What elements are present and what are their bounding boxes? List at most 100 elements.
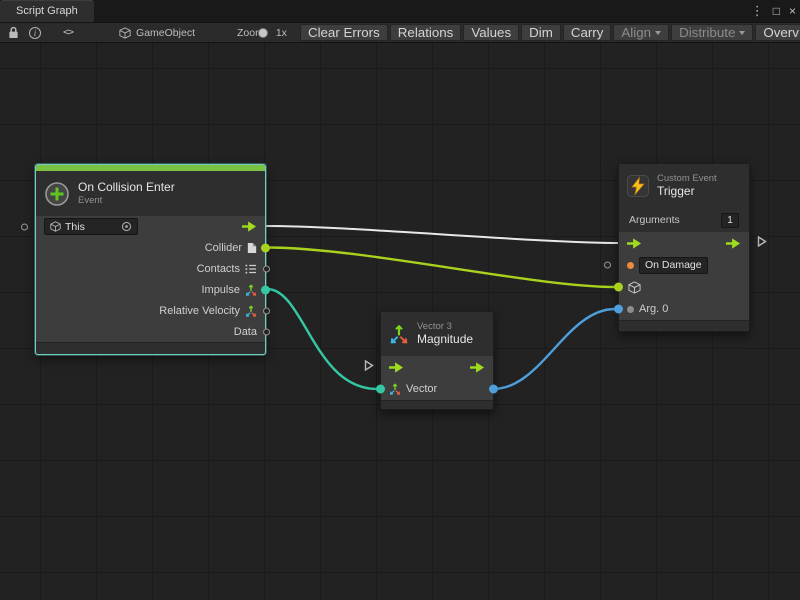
node-header-text: Vector 3 Magnitude: [417, 321, 473, 348]
node-on-collision-enter[interactable]: On Collision Enter Event This: [35, 164, 266, 355]
lock-icon[interactable]: [8, 25, 19, 41]
graph-toolbar: i <> GameObject Zoom 1x Clear Errors Rel…: [0, 22, 800, 43]
string-type-icon: [627, 262, 634, 269]
vector3-icon: [245, 284, 257, 296]
insert-node-caret-icon[interactable]: [757, 236, 767, 251]
node-footer: [381, 400, 493, 409]
contacts-output-port[interactable]: [263, 265, 270, 272]
insert-node-caret-icon[interactable]: [364, 360, 374, 375]
arg0-row: Arg. 0: [619, 298, 749, 320]
menu-icon[interactable]: ⋮: [751, 0, 764, 22]
node-body: This Collider Contacts: [36, 216, 265, 342]
data-output-port[interactable]: [263, 328, 270, 335]
vector-input-port[interactable]: [376, 385, 385, 394]
node-header-text: On Collision Enter Event: [78, 180, 175, 207]
close-icon[interactable]: ×: [789, 0, 796, 22]
flow-out-port[interactable]: [470, 362, 485, 373]
target-row: [619, 276, 749, 298]
port-label: Collider: [205, 242, 242, 254]
node-footer: [619, 320, 749, 331]
relative-velocity-row: Relative Velocity: [36, 300, 265, 321]
cube-icon: [628, 281, 641, 294]
event-name-input-port[interactable]: [604, 262, 611, 269]
contacts-list-icon: [245, 264, 257, 274]
flow-in-port[interactable]: [389, 362, 404, 373]
overview-button[interactable]: Overv: [755, 24, 800, 41]
distribute-dropdown[interactable]: Distribute: [671, 24, 753, 41]
gameobject-icon: [119, 25, 131, 41]
zoom-slider-knob[interactable]: [258, 28, 268, 38]
flow-out-port[interactable]: [726, 238, 741, 249]
dim-button[interactable]: Dim: [521, 24, 561, 41]
vector3-icon: [389, 324, 409, 344]
magnitude-output-port[interactable]: [489, 385, 498, 394]
port-label: Vector: [406, 383, 437, 395]
event-name-value: On Damage: [645, 259, 702, 271]
node-title: Trigger: [657, 184, 717, 199]
node-body: Vector: [381, 356, 493, 400]
node-header: Custom Event Trigger: [619, 164, 749, 208]
info-icon[interactable]: i: [29, 25, 41, 41]
impulse-output-port[interactable]: [261, 285, 270, 294]
carry-button[interactable]: Carry: [563, 24, 612, 41]
unity-script-graph-window: Script Graph ⋮ □ × i <> GameObject Zoom …: [0, 0, 800, 600]
port-label: Relative Velocity: [159, 305, 240, 317]
cube-icon: [50, 221, 61, 232]
node-subtitle: Event: [78, 195, 175, 207]
tab-bar: Script Graph: [0, 0, 800, 22]
port-label: Arg. 0: [639, 303, 668, 315]
flow-out-port[interactable]: [242, 221, 257, 232]
node-type: Custom Event: [657, 173, 717, 185]
node-trigger-custom-event[interactable]: Custom Event Trigger Arguments 1: [618, 163, 750, 332]
this-field[interactable]: This: [44, 218, 138, 235]
clear-errors-button[interactable]: Clear Errors: [300, 24, 388, 41]
custom-event-icon: [627, 175, 649, 197]
vector3-icon: [245, 305, 257, 317]
code-icon[interactable]: <>: [63, 25, 73, 41]
flow-row: [619, 232, 749, 254]
port-label: Impulse: [201, 284, 240, 296]
node-body: On Damage Arg. 0: [619, 232, 749, 320]
node-type: Vector 3: [417, 321, 473, 333]
on-collision-enter-icon: [44, 181, 70, 207]
collider-output-port[interactable]: [261, 243, 270, 252]
target-input-port[interactable]: [614, 283, 623, 292]
arg0-input-port[interactable]: [614, 305, 623, 314]
target-row: This: [36, 216, 265, 237]
port-label: Data: [234, 326, 257, 338]
values-button[interactable]: Values: [463, 24, 519, 41]
node-header: On Collision Enter Event: [36, 171, 265, 216]
collider-icon: [247, 242, 257, 254]
relations-button[interactable]: Relations: [390, 24, 462, 41]
tab-title: Script Graph: [16, 5, 78, 17]
vector3-icon: [389, 383, 401, 395]
node-header: Vector 3 Magnitude: [381, 312, 493, 356]
this-field-value: This: [65, 221, 85, 233]
target-input-port[interactable]: [21, 223, 28, 230]
node-title: On Collision Enter: [78, 180, 175, 195]
node-header-text: Custom Event Trigger: [657, 173, 717, 200]
node-footer: [36, 342, 265, 354]
maximize-icon[interactable]: □: [773, 0, 780, 22]
align-dropdown[interactable]: Align: [613, 24, 669, 41]
contacts-row: Contacts: [36, 258, 265, 279]
gameobject-label: GameObject: [136, 27, 195, 39]
event-name-field[interactable]: On Damage: [639, 257, 708, 274]
zoom-value: 1x: [276, 27, 287, 39]
arguments-label: Arguments: [629, 214, 680, 226]
chevron-down-icon: [739, 31, 745, 35]
arguments-input[interactable]: 1: [721, 213, 739, 228]
object-type-icon: [627, 306, 634, 313]
vector-row: Vector: [381, 378, 493, 400]
relative-velocity-output-port[interactable]: [263, 307, 270, 314]
chevron-down-icon: [655, 31, 661, 35]
tab-script-graph[interactable]: Script Graph: [0, 0, 94, 22]
object-picker-icon[interactable]: [121, 221, 132, 232]
data-row: Data: [36, 321, 265, 342]
event-name-row: On Damage: [619, 254, 749, 276]
flow-row: [381, 356, 493, 378]
flow-in-port[interactable]: [627, 238, 642, 249]
impulse-row: Impulse: [36, 279, 265, 300]
collider-row: Collider: [36, 237, 265, 258]
node-vector3-magnitude[interactable]: Vector 3 Magnitude Ve: [380, 311, 494, 410]
